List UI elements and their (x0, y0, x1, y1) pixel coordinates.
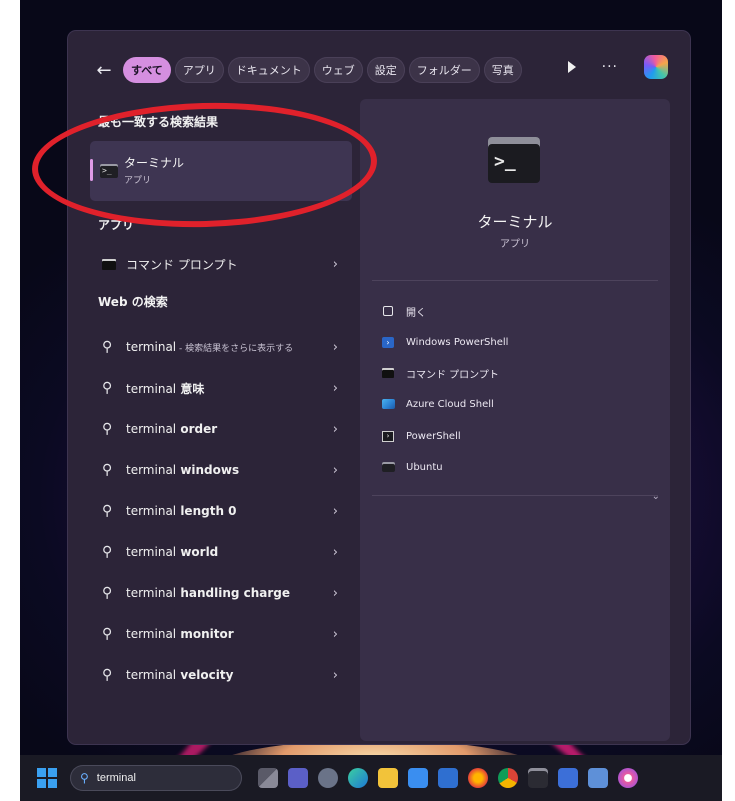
app-item-label: コマンド プロンプト (126, 257, 238, 272)
detail-app-type: アプリ (500, 239, 530, 250)
command-prompt-icon (380, 366, 396, 380)
action-label: コマンド プロンプト (406, 369, 499, 381)
back-arrow-icon[interactable]: ← (93, 57, 115, 83)
snipping-tool-icon[interactable] (558, 768, 578, 788)
chevron-right-icon[interactable]: › (333, 545, 338, 560)
copilot-icon[interactable] (644, 55, 668, 79)
divider (372, 495, 658, 496)
web-result-item[interactable]: ⚲ terminal monitor › (90, 616, 352, 652)
web-result-text: terminal order (126, 422, 218, 436)
web-result-item[interactable]: ⚲ terminal order › (90, 411, 352, 447)
web-search-heading: Web の検索 (98, 295, 168, 309)
annotation-circle (30, 98, 379, 232)
web-result-item[interactable]: ⚲ terminal world › (90, 534, 352, 570)
remote-desktop-icon[interactable] (588, 768, 608, 788)
powershell-7-icon: › (380, 429, 396, 443)
filter-tab-all[interactable]: すべて (123, 57, 171, 83)
chevron-right-icon[interactable]: › (333, 668, 338, 683)
search-icon: ⚲ (102, 339, 113, 355)
web-result-item[interactable]: ⚲ terminal 意味 › (90, 370, 352, 406)
ubuntu-icon (380, 460, 396, 474)
web-result-text: terminal handling charge (126, 586, 291, 600)
search-flyout: ← すべて アプリ ドキュメント ウェブ 設定 フォルダー 写真 ··· 最も一… (30, 31, 690, 744)
settings-icon[interactable] (318, 768, 338, 788)
taskbar-search-box[interactable]: ⚲ (70, 765, 242, 791)
search-icon: ⚲ (80, 771, 89, 785)
filter-tab-folders[interactable]: フォルダー (408, 57, 480, 83)
mail-icon[interactable] (438, 768, 458, 788)
more-options-icon[interactable]: ··· (602, 59, 618, 75)
web-result-item[interactable]: ⚲ terminal windows › (90, 452, 352, 488)
action-label: Ubuntu (406, 461, 443, 473)
web-result-text: terminal 意味 (126, 381, 205, 396)
task-view-icon[interactable] (258, 768, 278, 788)
search-icon: ⚲ (102, 503, 113, 519)
chevron-right-icon[interactable]: › (333, 504, 338, 519)
web-result-text: terminal length 0 (126, 504, 237, 518)
web-result-item[interactable]: ⚲ terminal length 0 › (90, 493, 352, 529)
search-icon: ⚲ (102, 421, 113, 437)
terminal-icon[interactable] (528, 768, 548, 788)
chrome-icon[interactable] (498, 768, 518, 788)
action-ubuntu[interactable]: Ubuntu (380, 457, 443, 477)
filter-tab-photos[interactable]: 写真 (483, 57, 522, 83)
command-prompt-icon (102, 258, 122, 270)
web-result-text: terminal windows (126, 463, 240, 477)
terminal-icon: >_ (488, 137, 540, 183)
app-item-command-prompt[interactable]: コマンド プロンプト › (90, 246, 352, 282)
search-icon: ⚲ (102, 544, 113, 560)
action-label: PowerShell (406, 430, 461, 442)
web-result-text: terminal - 検索結果をさらに表示する (126, 340, 294, 354)
edge-icon[interactable] (348, 768, 368, 788)
divider (372, 280, 658, 281)
play-icon[interactable] (567, 61, 576, 73)
chevron-right-icon[interactable]: › (333, 422, 338, 437)
file-explorer-icon[interactable] (378, 768, 398, 788)
web-result-item[interactable]: ⚲ terminal handling charge › (90, 575, 352, 611)
action-label: Azure Cloud Shell (406, 398, 494, 410)
detail-pane: >_ ターミナル アプリ 開く › Windows PowerShell コマン… (360, 99, 670, 741)
store-icon[interactable] (408, 768, 428, 788)
web-result-item[interactable]: ⚲ terminal - 検索結果をさらに表示する › (90, 329, 352, 365)
action-azure-cloud-shell[interactable]: Azure Cloud Shell (380, 394, 494, 414)
web-result-text: terminal world (126, 545, 219, 559)
chevron-right-icon[interactable]: › (333, 463, 338, 478)
filter-tab-documents[interactable]: ドキュメント (227, 57, 310, 83)
header-actions: ··· (567, 55, 668, 79)
chevron-right-icon[interactable]: › (333, 627, 338, 642)
web-result-item[interactable]: ⚲ terminal velocity › (90, 657, 352, 693)
filter-tab-web[interactable]: ウェブ (313, 57, 363, 83)
firefox-icon[interactable] (468, 768, 488, 788)
search-icon: ⚲ (102, 667, 113, 683)
filter-tab-settings[interactable]: 設定 (366, 57, 405, 83)
action-label: Windows PowerShell (406, 336, 509, 348)
taskbar: ⚲ (20, 755, 722, 801)
action-windows-powershell[interactable]: › Windows PowerShell (380, 332, 508, 352)
search-icon: ⚲ (102, 626, 113, 642)
action-powershell[interactable]: › PowerShell (380, 426, 461, 446)
azure-cloud-shell-icon (380, 397, 396, 411)
chevron-right-icon[interactable]: › (333, 381, 338, 396)
filter-tab-apps[interactable]: アプリ (174, 57, 224, 83)
chevron-right-icon[interactable]: › (333, 340, 338, 355)
search-icon: ⚲ (102, 462, 113, 478)
search-icon: ⚲ (102, 585, 113, 601)
itunes-icon[interactable] (618, 768, 638, 788)
web-result-text: terminal velocity (126, 668, 234, 682)
teams-icon[interactable] (288, 768, 308, 788)
action-label: 開く (406, 307, 426, 319)
chevron-right-icon[interactable]: › (333, 257, 338, 272)
action-command-prompt[interactable]: コマンド プロンプト (380, 363, 499, 383)
chevron-right-icon[interactable]: › (333, 586, 338, 601)
filter-tabs: ← すべて アプリ ドキュメント ウェブ 設定 フォルダー 写真 (93, 56, 526, 84)
taskbar-search-input[interactable] (94, 771, 229, 785)
windows-start-icon[interactable] (37, 768, 57, 788)
chevron-down-icon[interactable]: ⌄ (652, 491, 660, 502)
detail-app-name: ターミナル (477, 213, 553, 231)
open-icon (380, 304, 396, 318)
action-open[interactable]: 開く (380, 301, 426, 321)
web-result-text: terminal monitor (126, 627, 234, 641)
powershell-icon: › (380, 335, 396, 349)
search-icon: ⚲ (102, 380, 113, 396)
